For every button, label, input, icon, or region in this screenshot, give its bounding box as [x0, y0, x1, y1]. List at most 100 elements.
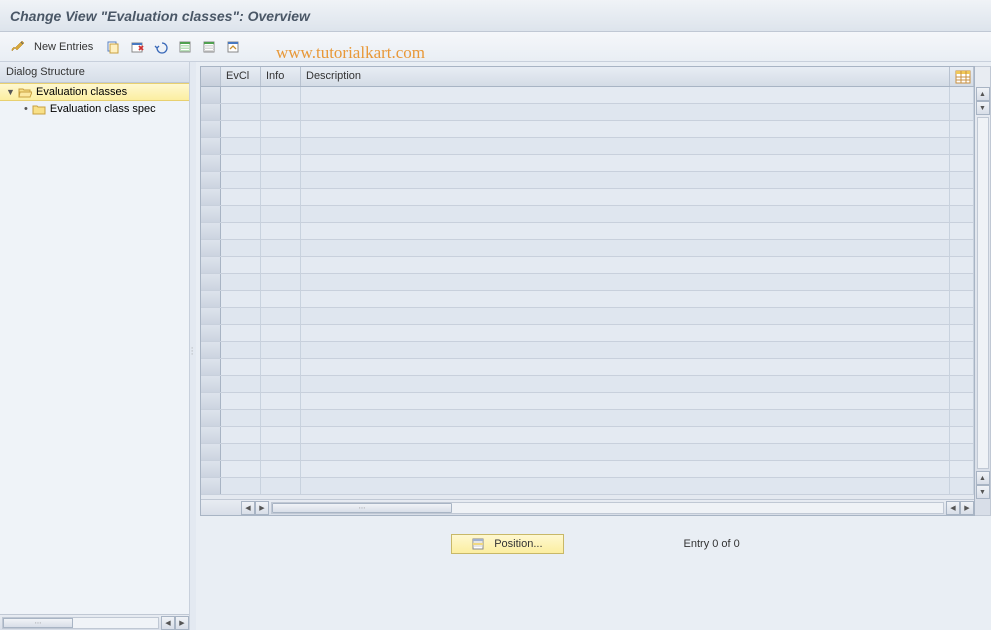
cell-description[interactable] [301, 461, 950, 477]
new-entries-button[interactable]: New Entries [34, 41, 93, 53]
table-row[interactable] [201, 138, 974, 155]
cell-info[interactable] [261, 257, 301, 273]
row-selector[interactable] [201, 189, 221, 205]
table-row[interactable] [201, 87, 974, 104]
cell-description[interactable] [301, 444, 950, 460]
cell-evcl[interactable] [221, 410, 261, 426]
table-row[interactable] [201, 427, 974, 444]
scroll-track[interactable]: ∙∙∙ [271, 502, 944, 514]
row-selector[interactable] [201, 223, 221, 239]
cell-info[interactable] [261, 393, 301, 409]
cell-evcl[interactable] [221, 393, 261, 409]
undo-icon[interactable] [151, 37, 171, 57]
cell-evcl[interactable] [221, 155, 261, 171]
cell-description[interactable] [301, 87, 950, 103]
scroll-right-end-icon[interactable]: ▶ [960, 501, 974, 515]
cell-description[interactable] [301, 223, 950, 239]
row-selector[interactable] [201, 240, 221, 256]
scroll-right-icon[interactable]: ▶ [175, 616, 189, 630]
row-selector[interactable] [201, 359, 221, 375]
table-row[interactable] [201, 172, 974, 189]
cell-evcl[interactable] [221, 478, 261, 494]
cell-info[interactable] [261, 342, 301, 358]
table-row[interactable] [201, 308, 974, 325]
table-row[interactable] [201, 393, 974, 410]
scroll-thumb[interactable]: ∙∙∙ [272, 503, 452, 513]
delete-icon[interactable] [127, 37, 147, 57]
table-hscroll[interactable]: ◀ ▶ ∙∙∙ ◀ ▶ [201, 499, 974, 515]
table-row[interactable] [201, 121, 974, 138]
scroll-up-end-icon[interactable]: ▲ [976, 471, 990, 485]
row-selector[interactable] [201, 155, 221, 171]
cell-description[interactable] [301, 240, 950, 256]
table-row[interactable] [201, 206, 974, 223]
cell-description[interactable] [301, 206, 950, 222]
cell-description[interactable] [301, 274, 950, 290]
row-selector[interactable] [201, 274, 221, 290]
cell-description[interactable] [301, 478, 950, 494]
row-selector[interactable] [201, 325, 221, 341]
row-selector[interactable] [201, 393, 221, 409]
row-selector[interactable] [201, 104, 221, 120]
row-selector[interactable] [201, 461, 221, 477]
table-settings-button[interactable] [950, 67, 974, 86]
scroll-left-icon[interactable]: ◀ [241, 501, 255, 515]
cell-info[interactable] [261, 223, 301, 239]
row-selector[interactable] [201, 427, 221, 443]
deselect-all-icon[interactable] [223, 37, 243, 57]
row-selector[interactable] [201, 444, 221, 460]
row-selector[interactable] [201, 206, 221, 222]
scroll-track[interactable]: ∙∙∙ [2, 617, 159, 629]
sidebar-hscroll[interactable]: ∙∙∙ ◀ ▶ [0, 614, 189, 630]
cell-info[interactable] [261, 444, 301, 460]
table-row[interactable] [201, 240, 974, 257]
cell-evcl[interactable] [221, 138, 261, 154]
scroll-track[interactable] [977, 117, 989, 469]
cell-info[interactable] [261, 359, 301, 375]
table-row[interactable] [201, 257, 974, 274]
row-selector[interactable] [201, 87, 221, 103]
tree-item-evaluation-classes[interactable]: ▼ Evaluation classes [0, 83, 189, 101]
cell-info[interactable] [261, 155, 301, 171]
cell-evcl[interactable] [221, 206, 261, 222]
table-row[interactable] [201, 444, 974, 461]
cell-info[interactable] [261, 376, 301, 392]
table-vscroll[interactable]: ▲ ▼ ▲ ▼ [975, 66, 991, 516]
cell-info[interactable] [261, 427, 301, 443]
cell-description[interactable] [301, 393, 950, 409]
cell-description[interactable] [301, 342, 950, 358]
cell-info[interactable] [261, 104, 301, 120]
row-selector[interactable] [201, 376, 221, 392]
cell-description[interactable] [301, 427, 950, 443]
column-header-description[interactable]: Description [301, 67, 950, 86]
cell-info[interactable] [261, 478, 301, 494]
cell-evcl[interactable] [221, 359, 261, 375]
scroll-down-end-icon[interactable]: ▼ [976, 485, 990, 499]
cell-description[interactable] [301, 325, 950, 341]
cell-evcl[interactable] [221, 427, 261, 443]
cell-evcl[interactable] [221, 257, 261, 273]
cell-evcl[interactable] [221, 444, 261, 460]
cell-evcl[interactable] [221, 291, 261, 307]
table-row[interactable] [201, 274, 974, 291]
cell-info[interactable] [261, 325, 301, 341]
table-row[interactable] [201, 223, 974, 240]
cell-evcl[interactable] [221, 189, 261, 205]
tree-item-evaluation-class-spec[interactable]: • Evaluation class spec [0, 101, 189, 117]
row-selector[interactable] [201, 172, 221, 188]
cell-evcl[interactable] [221, 376, 261, 392]
table-row[interactable] [201, 325, 974, 342]
select-all-icon[interactable] [175, 37, 195, 57]
copy-as-icon[interactable] [103, 37, 123, 57]
row-selector[interactable] [201, 291, 221, 307]
row-selector-header[interactable] [201, 67, 221, 86]
row-selector[interactable] [201, 410, 221, 426]
table-row[interactable] [201, 410, 974, 427]
table-row[interactable] [201, 376, 974, 393]
cell-evcl[interactable] [221, 223, 261, 239]
cell-description[interactable] [301, 291, 950, 307]
cell-description[interactable] [301, 138, 950, 154]
row-selector[interactable] [201, 121, 221, 137]
cell-description[interactable] [301, 189, 950, 205]
table-row[interactable] [201, 155, 974, 172]
